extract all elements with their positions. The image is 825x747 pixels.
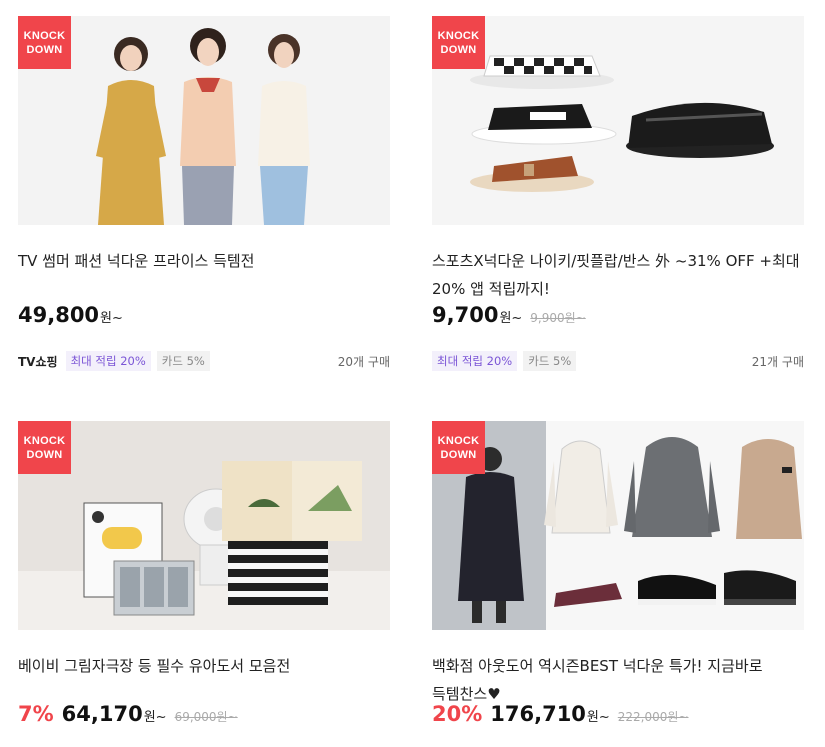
sandals-image [432, 16, 804, 225]
knockdown-badge: KNOCK DOWN [432, 16, 485, 69]
sale-price: 176,710 [490, 702, 586, 726]
product-title[interactable]: 백화점 아웃도어 역시즌BEST 넉다운 특가! 지금바로 득템찬스♥ [432, 652, 804, 708]
points-tag: 최대 적립 20% [432, 351, 518, 371]
tv-shopping-label: TV쇼핑 [18, 354, 58, 369]
price-row: 9,700 원~ 9,900원~ [432, 303, 804, 339]
product-image[interactable]: KNOCK DOWN [18, 421, 390, 630]
product-image[interactable]: KNOCK DOWN [18, 16, 390, 225]
product-image[interactable]: KNOCK DOWN [432, 421, 804, 630]
knockdown-badge: KNOCK DOWN [18, 16, 71, 69]
currency-label: 원~ [586, 710, 610, 725]
badge-line-2: DOWN [440, 43, 477, 56]
product-card[interactable]: KNOCK DOWN 백화점 아웃도어 역시즌BEST 넉다운 특가! 지금바로… [432, 421, 804, 738]
price-row: 7% 64,170 원~ 69,000원~ [18, 702, 390, 738]
sold-count: 21개 구매 [751, 354, 804, 369]
knockdown-badge: KNOCK DOWN [432, 421, 485, 474]
badge-line-1: KNOCK [437, 29, 480, 42]
knockdown-badge: KNOCK DOWN [18, 421, 71, 474]
currency-label: 원~ [143, 710, 167, 725]
sold-count: 20개 구매 [337, 354, 390, 369]
original-price: 69,000원~ [174, 710, 238, 724]
badge-line-1: KNOCK [23, 29, 66, 42]
outdoor-jackets-image [432, 421, 804, 630]
price-row: 49,800 원~ [18, 303, 390, 339]
badge-line-2: DOWN [26, 448, 63, 461]
badge-line-2: DOWN [440, 448, 477, 461]
product-grid: KNOCK DOWN TV 썸머 패션 넉다운 프라이스 득템전 49,800 … [0, 0, 825, 747]
product-title[interactable]: 베이비 그림자극장 등 필수 유아도서 모음전 [18, 652, 390, 708]
discount-rate: 20% [432, 702, 483, 726]
product-card[interactable]: KNOCK DOWN 베이비 그림자극장 등 필수 유아도서 모음전 7% 64… [18, 421, 390, 738]
sale-price: 9,700 [432, 303, 499, 327]
badge-line-2: DOWN [26, 43, 63, 56]
sale-price: 64,170 [61, 702, 143, 726]
baby-books-image [18, 421, 390, 630]
product-card[interactable]: KNOCK DOWN 스포츠X넉다운 나이키/핏플랍/반스 外 ~31% OFF… [432, 16, 804, 371]
badge-line-1: KNOCK [23, 434, 66, 447]
currency-label: 원~ [499, 311, 523, 326]
card-tag: 카드 5% [523, 351, 577, 371]
currency-label: 원~ [100, 311, 123, 326]
product-card[interactable]: KNOCK DOWN TV 썸머 패션 넉다운 프라이스 득템전 49,800 … [18, 16, 390, 371]
product-image[interactable]: KNOCK DOWN [432, 16, 804, 225]
discount-rate: 7% [18, 702, 54, 726]
product-title[interactable]: TV 썸머 패션 넉다운 프라이스 득템전 [18, 247, 390, 303]
sale-price: 49,800 [18, 303, 100, 327]
card-tag: 카드 5% [156, 351, 210, 371]
points-tag: 최대 적립 20% [65, 351, 151, 371]
benefit-tags: TV쇼핑 최대 적립 20% 카드 5% 20개 구매 [18, 351, 390, 371]
original-price: 222,000원~ [617, 710, 689, 724]
product-title[interactable]: 스포츠X넉다운 나이키/핏플랍/반스 外 ~31% OFF +최대 20% 앱 … [432, 247, 804, 303]
benefit-tags: 최대 적립 20% 카드 5% 21개 구매 [432, 351, 804, 371]
fashion-models-image [18, 16, 390, 225]
badge-line-1: KNOCK [437, 434, 480, 447]
original-price: 9,900원~ [530, 311, 586, 325]
